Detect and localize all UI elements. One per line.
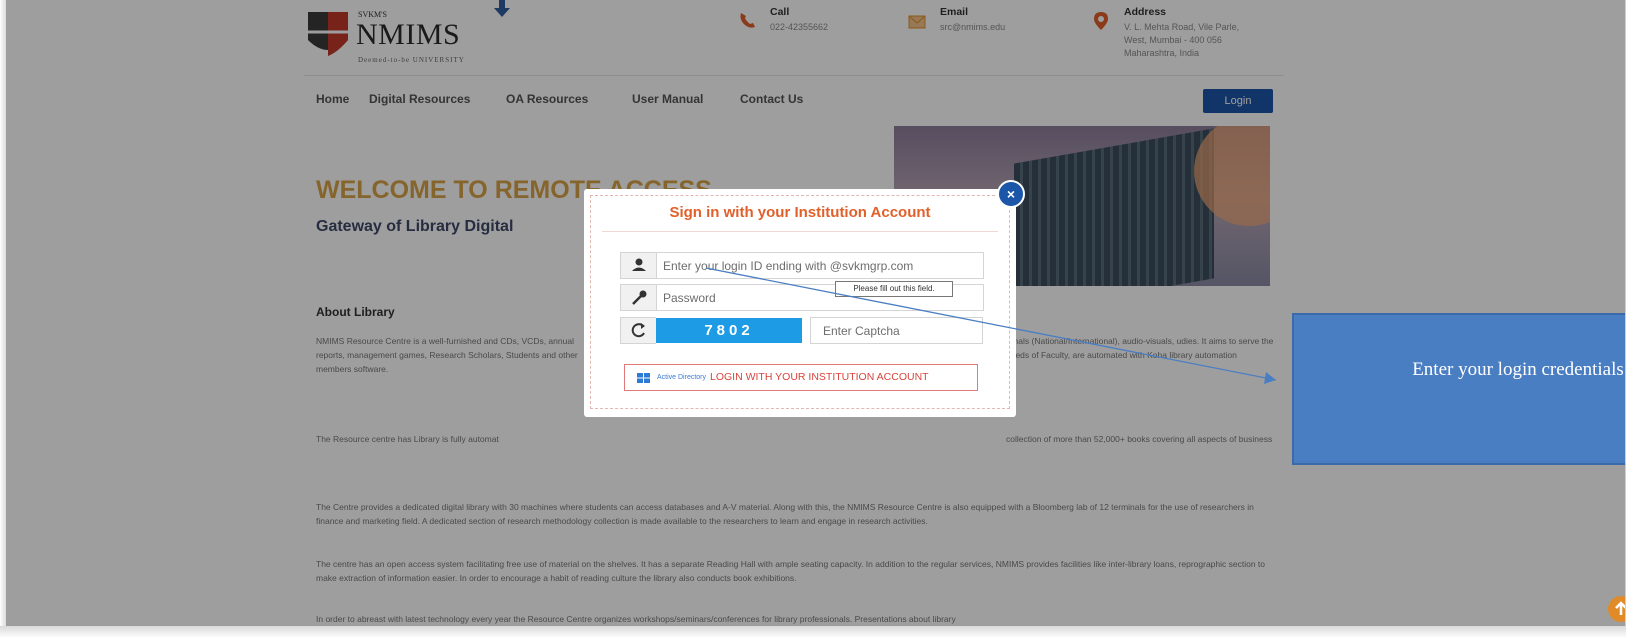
bottom-shadow [0,626,1626,638]
refresh-addon [621,318,657,343]
validation-tooltip: Please fill out this field. [835,281,953,297]
captcha-field[interactable] [810,317,983,344]
web-page: SVKM'S NMIMS Deemed-to-be UNIVERSITY Cal… [6,0,1626,626]
user-addon [621,253,657,278]
scroll-top-icon [1615,601,1625,615]
scroll-to-top-button[interactable] [1608,596,1625,622]
institution-login-button[interactable]: Active Directory LOGIN WITH YOUR INSTITU… [624,364,978,391]
login-id-input[interactable] [663,255,983,276]
windows-icon [637,373,650,383]
close-modal-button[interactable]: × [997,180,1025,208]
key-icon [632,290,647,305]
institution-login-label: LOGIN WITH YOUR INSTITUTION ACCOUNT [710,371,929,383]
close-icon: × [1006,186,1016,202]
login-id-field[interactable] [620,252,984,279]
screenshot-stage: SVKM'S NMIMS Deemed-to-be UNIVERSITY Cal… [0,0,1626,638]
modal-title: Sign in with your Institution Account [669,204,931,221]
captcha-refresh-button[interactable] [620,317,657,344]
active-directory-label: Active Directory [657,374,707,381]
user-icon [632,258,646,271]
instruction-callout: Enter your login credentials [1292,313,1625,465]
captcha-code: 7802 [656,318,802,343]
refresh-icon [631,323,645,338]
modal-title-divider [602,231,998,232]
captcha-input[interactable] [823,320,973,341]
callout-text: Enter your login credentials [1412,359,1624,380]
key-addon [621,285,657,310]
